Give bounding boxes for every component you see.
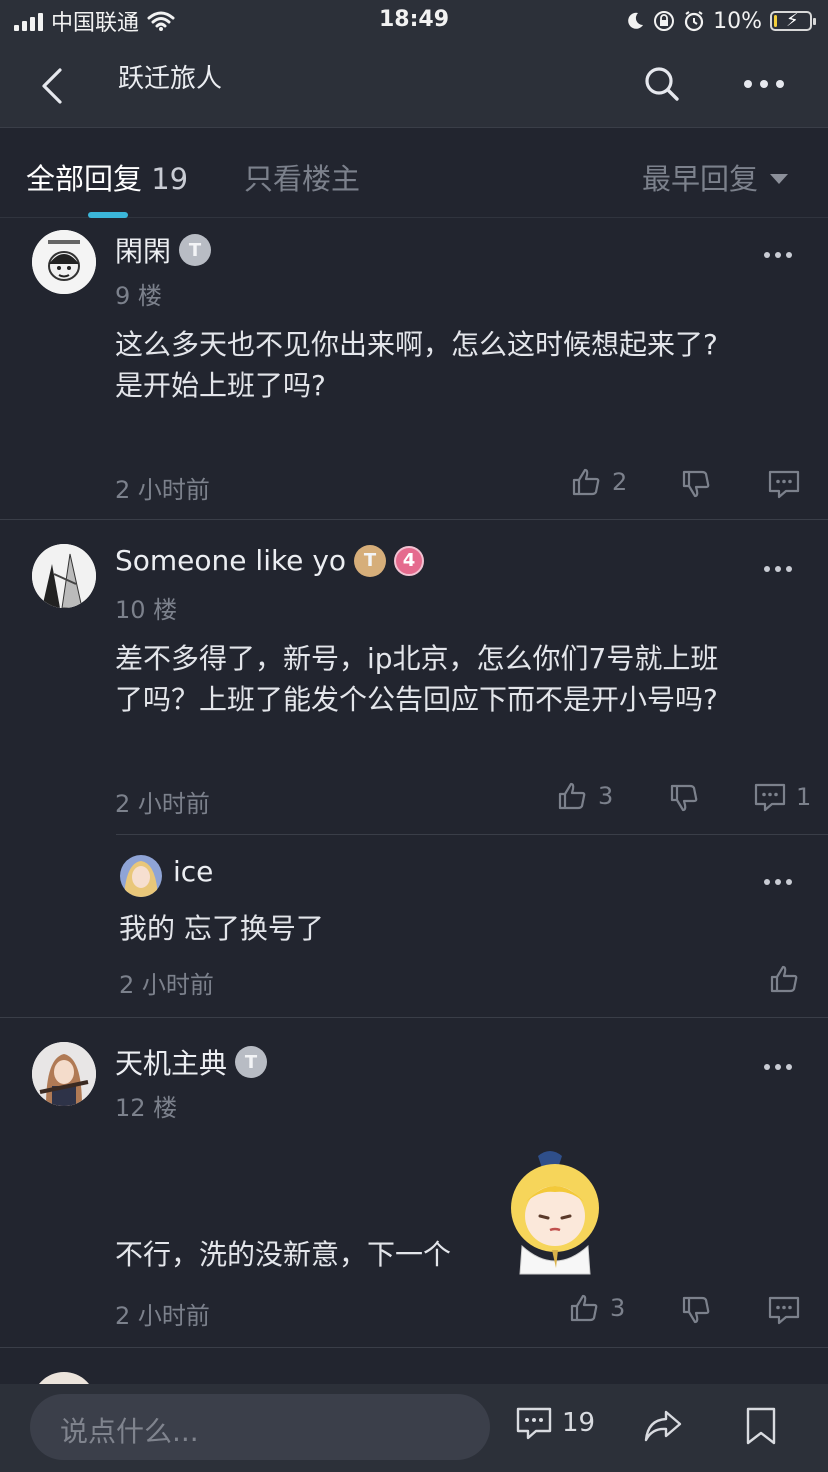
comment-total: 19 — [562, 1408, 596, 1438]
avatar[interactable] — [32, 544, 96, 608]
battery-percent: 10% — [713, 8, 762, 34]
tab-all-label: 全部回复 — [26, 162, 143, 196]
thumbs-down-icon[interactable] — [680, 468, 712, 500]
post-content: 差不多得了，新号，ip北京，怎么你们7号就上班 了吗？上班了能发个公告回应下而不… — [115, 638, 795, 720]
username[interactable]: 閑閑 — [115, 230, 171, 270]
post-time: 2 小时前 — [115, 1302, 210, 1330]
floor-number: 10 楼 — [115, 596, 178, 624]
bookmark-icon[interactable] — [744, 1406, 778, 1446]
tab-owner-only[interactable]: 只看楼主 — [244, 156, 360, 198]
post-item: 天机主典 T 12 楼 不行，洗的没新意，下一个 2 小时前 3 — [0, 1018, 828, 1348]
reply-username[interactable]: ice — [173, 855, 213, 888]
post-item-partial — [0, 1348, 828, 1384]
sort-dropdown[interactable]: 最早回复 — [642, 156, 789, 198]
user-badge-icon: T — [235, 1046, 268, 1078]
thumbs-down-icon[interactable] — [668, 782, 700, 814]
post-item: 閑閑 T 9 楼 这么多天也不见你出来啊，怎么这时候想起来了? 是开始上班了吗?… — [0, 218, 828, 520]
user-badge-icon: T — [354, 544, 387, 577]
post-content-line: 这么多天也不见你出来啊，怎么这时候想起来了? — [115, 328, 718, 361]
page-title: 跃迁旅人 — [118, 64, 223, 94]
avatar[interactable] — [32, 1042, 96, 1106]
caret-down-icon — [770, 174, 789, 184]
tab-all-count: 19 — [151, 162, 189, 196]
more-horizontal-icon[interactable] — [764, 877, 792, 887]
post-content: 不行，洗的没新意，下一个 — [115, 1238, 452, 1271]
comment-icon[interactable] — [768, 1295, 800, 1325]
comment-input[interactable]: 说点什么... — [30, 1394, 490, 1460]
battery-icon: ⚡ — [770, 10, 816, 31]
post-content: 这么多天也不见你出来啊，怎么这时候想起来了? 是开始上班了吗? — [115, 324, 795, 406]
like-button[interactable]: 2 — [570, 466, 627, 498]
username[interactable]: Someone like yo — [115, 544, 346, 577]
like-button[interactable]: 3 — [556, 780, 613, 812]
thumbs-up-icon — [558, 782, 586, 810]
comment-input-placeholder: 说点什么... — [60, 1415, 199, 1448]
user-badge-icon: T — [179, 234, 212, 266]
like-button[interactable]: 3 — [568, 1292, 625, 1324]
nav-bar: 跃迁旅人 — [0, 44, 828, 128]
bottom-bar: 说点什么... 19 — [0, 1384, 828, 1472]
search-icon[interactable] — [640, 62, 684, 106]
reply-time: 2 小时前 — [119, 971, 214, 999]
reply-content: 我的 忘了换号了 — [119, 912, 324, 945]
like-count: 2 — [612, 468, 628, 496]
post-time: 2 小时前 — [115, 790, 210, 818]
sort-label: 最早回复 — [642, 162, 759, 196]
thumbs-up-icon — [572, 468, 600, 496]
like-count: 3 — [598, 782, 614, 810]
like-count: 3 — [610, 1294, 626, 1322]
floor-number: 9 楼 — [115, 282, 162, 310]
floor-number: 12 楼 — [115, 1094, 178, 1122]
post-content-line: 差不多得了，新号，ip北京，怎么你们7号就上班 — [115, 642, 719, 675]
orientation-lock-icon — [654, 11, 675, 31]
reply-item: ice 我的 忘了换号了 2 小时前 — [116, 834, 828, 1018]
reply-tabs: 全部回复 19 只看楼主 最早回复 — [0, 128, 828, 218]
avatar[interactable] — [120, 855, 162, 897]
chevron-left-icon[interactable] — [36, 64, 76, 108]
comment-icon — [754, 783, 786, 812]
comment-button[interactable]: 1 — [754, 782, 811, 812]
post-content-line: 了吗？上班了能发个公告回应下而不是开小号吗? — [115, 683, 718, 716]
avatar[interactable] — [32, 230, 96, 294]
comment-count: 1 — [796, 783, 812, 811]
avatar[interactable] — [32, 1372, 96, 1384]
username[interactable]: 天机主典 — [115, 1042, 227, 1082]
thumbs-down-icon[interactable] — [680, 1294, 712, 1326]
comment-icon[interactable] — [768, 469, 800, 499]
thumbs-up-icon — [570, 1294, 598, 1322]
moon-icon — [628, 12, 644, 29]
more-horizontal-icon[interactable] — [764, 1062, 792, 1072]
alarm-icon — [684, 11, 704, 32]
post-content-line: 是开始上班了吗? — [115, 369, 326, 402]
more-horizontal-icon[interactable] — [764, 250, 792, 260]
comment-icon — [516, 1407, 552, 1440]
tab-all-replies[interactable]: 全部回复 19 — [26, 156, 188, 198]
level-badge: 4 — [394, 545, 425, 576]
status-bar: 中国联通 18:49 10% ⚡ — [0, 0, 828, 44]
more-horizontal-icon[interactable] — [764, 564, 792, 574]
share-icon[interactable] — [642, 1406, 684, 1446]
post-time: 2 小时前 — [115, 476, 210, 504]
post-item: Someone like yo T 4 10 楼 差不多得了，新号，ip北京，怎… — [0, 520, 828, 1018]
comments-button[interactable]: 19 — [516, 1406, 595, 1440]
more-horizontal-icon[interactable] — [740, 64, 788, 104]
thumbs-up-icon[interactable] — [768, 963, 800, 995]
